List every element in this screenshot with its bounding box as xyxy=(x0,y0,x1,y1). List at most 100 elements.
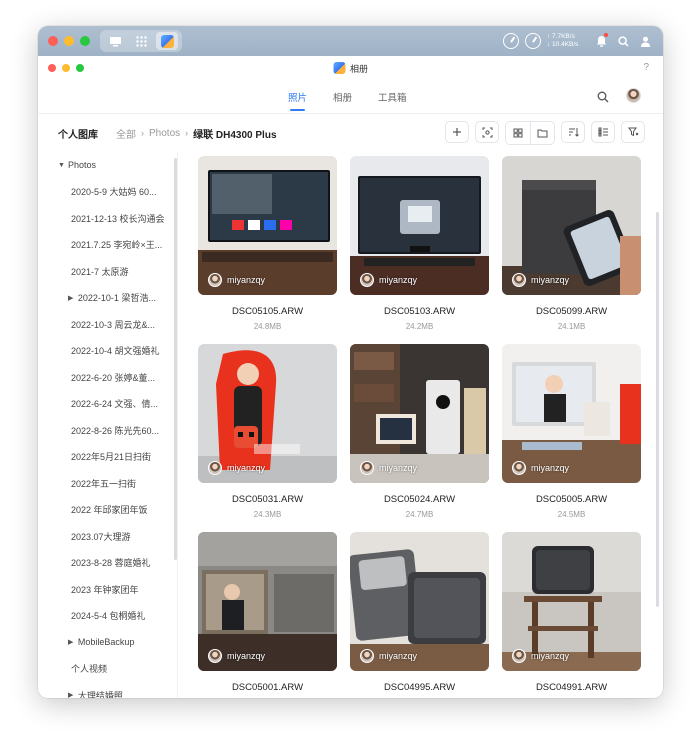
sidebar-folder-item[interactable]: 2022-8-26 陈光先60... xyxy=(38,417,177,444)
photo-card[interactable]: miyanzqy DSC05001.ARW xyxy=(198,532,337,693)
sidebar-folder-item[interactable]: 2022-10-4 胡文强婚礼 xyxy=(38,338,177,365)
sidebar-folder-item[interactable]: 2024-5-4 包桐婚礼 xyxy=(38,603,177,630)
cpu-gauge-icon[interactable] xyxy=(503,33,519,49)
sidebar-folder-item[interactable]: 2022年五一扫街 xyxy=(38,470,177,497)
photo-thumbnail[interactable]: miyanzqy xyxy=(198,344,337,483)
photo-thumbnail[interactable]: miyanzqy xyxy=(198,156,337,295)
add-button[interactable] xyxy=(445,121,469,143)
app-minimize-button[interactable] xyxy=(62,64,70,72)
app-grid-icon[interactable] xyxy=(130,32,152,50)
sidebar-folder-item[interactable]: 2022-10-3 周云龙&... xyxy=(38,311,177,338)
sidebar-folder-item[interactable]: 2022-6-24 文强、倩... xyxy=(38,391,177,418)
photo-card[interactable]: miyanzqy DSC05105.ARW 24.8MB xyxy=(198,156,337,331)
sidebar-folder-item[interactable]: ▶ 大理结婚照 xyxy=(38,682,177,698)
folder-sidebar: ▼ Photos 2020-5-9 大姑妈 60... 2021-12-13 校长沟通… xyxy=(38,152,178,698)
photo-filename: DSC05103.ARW xyxy=(383,306,456,317)
sidebar-folder-item[interactable]: 2023 年钟家团年 xyxy=(38,576,177,603)
app-maximize-button[interactable] xyxy=(76,64,84,72)
photo-thumbnail[interactable]: miyanzqy xyxy=(502,344,641,483)
sidebar-folder-item[interactable]: 个人视频 xyxy=(38,656,177,683)
sidebar-root-photos[interactable]: ▼ Photos xyxy=(38,152,177,179)
watermark: miyanzqy xyxy=(360,273,417,287)
content-area: ▼ Photos 2020-5-9 大姑妈 60... 2021-12-13 校长沟通… xyxy=(38,152,663,698)
app-titlebar: 相册 ? xyxy=(38,56,663,80)
grid-view-icon[interactable] xyxy=(506,122,530,144)
grid-scrollbar[interactable] xyxy=(656,212,659,607)
photo-search-icon[interactable] xyxy=(597,90,609,108)
list-icon[interactable] xyxy=(591,121,615,143)
sidebar-folder-item[interactable]: 2020-5-9 大姑妈 60... xyxy=(38,179,177,206)
minimize-window-button[interactable] xyxy=(64,36,74,46)
sidebar-item-label: 2024-5-4 包桐婚礼 xyxy=(71,611,146,622)
sidebar-folder-item[interactable]: 2022-6-20 张婷&董... xyxy=(38,364,177,391)
sort-icon[interactable] xyxy=(561,121,585,143)
app-window-controls xyxy=(48,64,84,72)
ram-gauge-icon[interactable] xyxy=(525,33,541,49)
app-close-button[interactable] xyxy=(48,64,56,72)
watermark: miyanzqy xyxy=(512,461,569,475)
photo-card[interactable]: miyanzqy DSC05024.ARW 24.7MB xyxy=(350,344,489,519)
desktop-icon[interactable] xyxy=(104,32,126,50)
watermark-text: miyanzqy xyxy=(379,651,418,661)
photo-card[interactable]: miyanzqy DSC05099.ARW 24.1MB xyxy=(502,156,641,331)
search-icon[interactable] xyxy=(615,33,631,49)
photo-card[interactable]: miyanzqy DSC04991.ARW xyxy=(502,532,641,693)
sidebar-folder-item[interactable]: ▶ MobileBackup xyxy=(38,629,177,656)
avatar[interactable] xyxy=(626,88,641,103)
watermark: miyanzqy xyxy=(512,649,569,663)
folder-view-icon[interactable] xyxy=(530,122,554,144)
watermark-avatar xyxy=(360,461,374,475)
photo-thumbnail[interactable]: miyanzqy xyxy=(198,532,337,671)
tab-1[interactable]: 相册 xyxy=(333,90,352,111)
sidebar-item-label: 2022年五一扫街 xyxy=(71,478,137,489)
photo-thumbnail[interactable]: miyanzqy xyxy=(350,532,489,671)
watermark-avatar xyxy=(208,649,222,663)
tab-2[interactable]: 工具箱 xyxy=(378,90,407,111)
photo-filesize: 24.7MB xyxy=(405,510,434,519)
collapsed-caret-icon[interactable]: ▶ xyxy=(68,691,78,698)
watermark: miyanzqy xyxy=(208,273,265,287)
sidebar-item-label: 2023.07大理游 xyxy=(71,531,131,542)
tab-0[interactable]: 照片 xyxy=(288,90,307,111)
sidebar-folder-item[interactable]: 2023-8-28 蓉庭婚礼 xyxy=(38,550,177,577)
breadcrumb-item[interactable]: Photos xyxy=(149,128,180,139)
library-title: 个人图库 xyxy=(58,129,98,141)
sidebar-folder-item[interactable]: ▶ 2022-10-1 梁哲浩... xyxy=(38,285,177,312)
photo-card[interactable]: miyanzqy DSC05005.ARW 24.5MB xyxy=(502,344,641,519)
photo-thumbnail[interactable]: miyanzqy xyxy=(350,156,489,295)
watermark-text: miyanzqy xyxy=(531,651,570,661)
bell-icon[interactable] xyxy=(593,33,609,49)
photo-card[interactable]: miyanzqy DSC04995.ARW xyxy=(350,532,489,693)
sidebar-folder-item[interactable]: 2022年5月21日扫街 xyxy=(38,444,177,471)
photo-card[interactable]: miyanzqy DSC05103.ARW 24.2MB xyxy=(350,156,489,331)
face-scan-icon[interactable] xyxy=(475,121,499,143)
collapsed-caret-icon[interactable]: ▶ xyxy=(68,638,78,646)
watermark: miyanzqy xyxy=(208,649,265,663)
filter-icon[interactable] xyxy=(621,121,645,143)
sidebar-scrollbar[interactable] xyxy=(174,158,177,560)
photo-thumbnail[interactable]: miyanzqy xyxy=(350,344,489,483)
breadcrumb-item[interactable]: 全部 xyxy=(116,126,136,141)
sidebar-item-label: 2022年5月21日扫街 xyxy=(71,452,152,463)
watermark: miyanzqy xyxy=(360,649,417,663)
view-mode-group xyxy=(505,121,555,145)
photos-app-taskbar-icon[interactable] xyxy=(156,32,178,50)
photo-card[interactable]: miyanzqy DSC05031.ARW 24.3MB xyxy=(198,344,337,519)
expanded-caret-icon[interactable]: ▼ xyxy=(58,162,68,169)
net-download: ↓ 10.4KB/s xyxy=(547,41,579,48)
sidebar-folder-item[interactable]: 2023.07大理游 xyxy=(38,523,177,550)
sidebar-item-label: Photos xyxy=(68,160,97,171)
close-window-button[interactable] xyxy=(48,36,58,46)
photo-thumbnail[interactable]: miyanzqy xyxy=(502,156,641,295)
sidebar-folder-item[interactable]: 2021.7.25 李宛岭×王... xyxy=(38,232,177,259)
sidebar-folder-item[interactable]: 2021-12-13 校长沟通会 xyxy=(38,205,177,232)
help-button[interactable]: ? xyxy=(643,62,649,73)
sidebar-folder-item[interactable]: 2021-7 太原游 xyxy=(38,258,177,285)
sidebar-folder-item[interactable]: 2022 年邱家团年饭 xyxy=(38,497,177,524)
photo-filesize: 24.2MB xyxy=(405,322,434,331)
photo-thumbnail[interactable]: miyanzqy xyxy=(502,532,641,671)
maximize-window-button[interactable] xyxy=(80,36,90,46)
watermark-text: miyanzqy xyxy=(227,651,266,661)
user-icon[interactable] xyxy=(637,33,653,49)
collapsed-caret-icon[interactable]: ▶ xyxy=(68,294,78,302)
